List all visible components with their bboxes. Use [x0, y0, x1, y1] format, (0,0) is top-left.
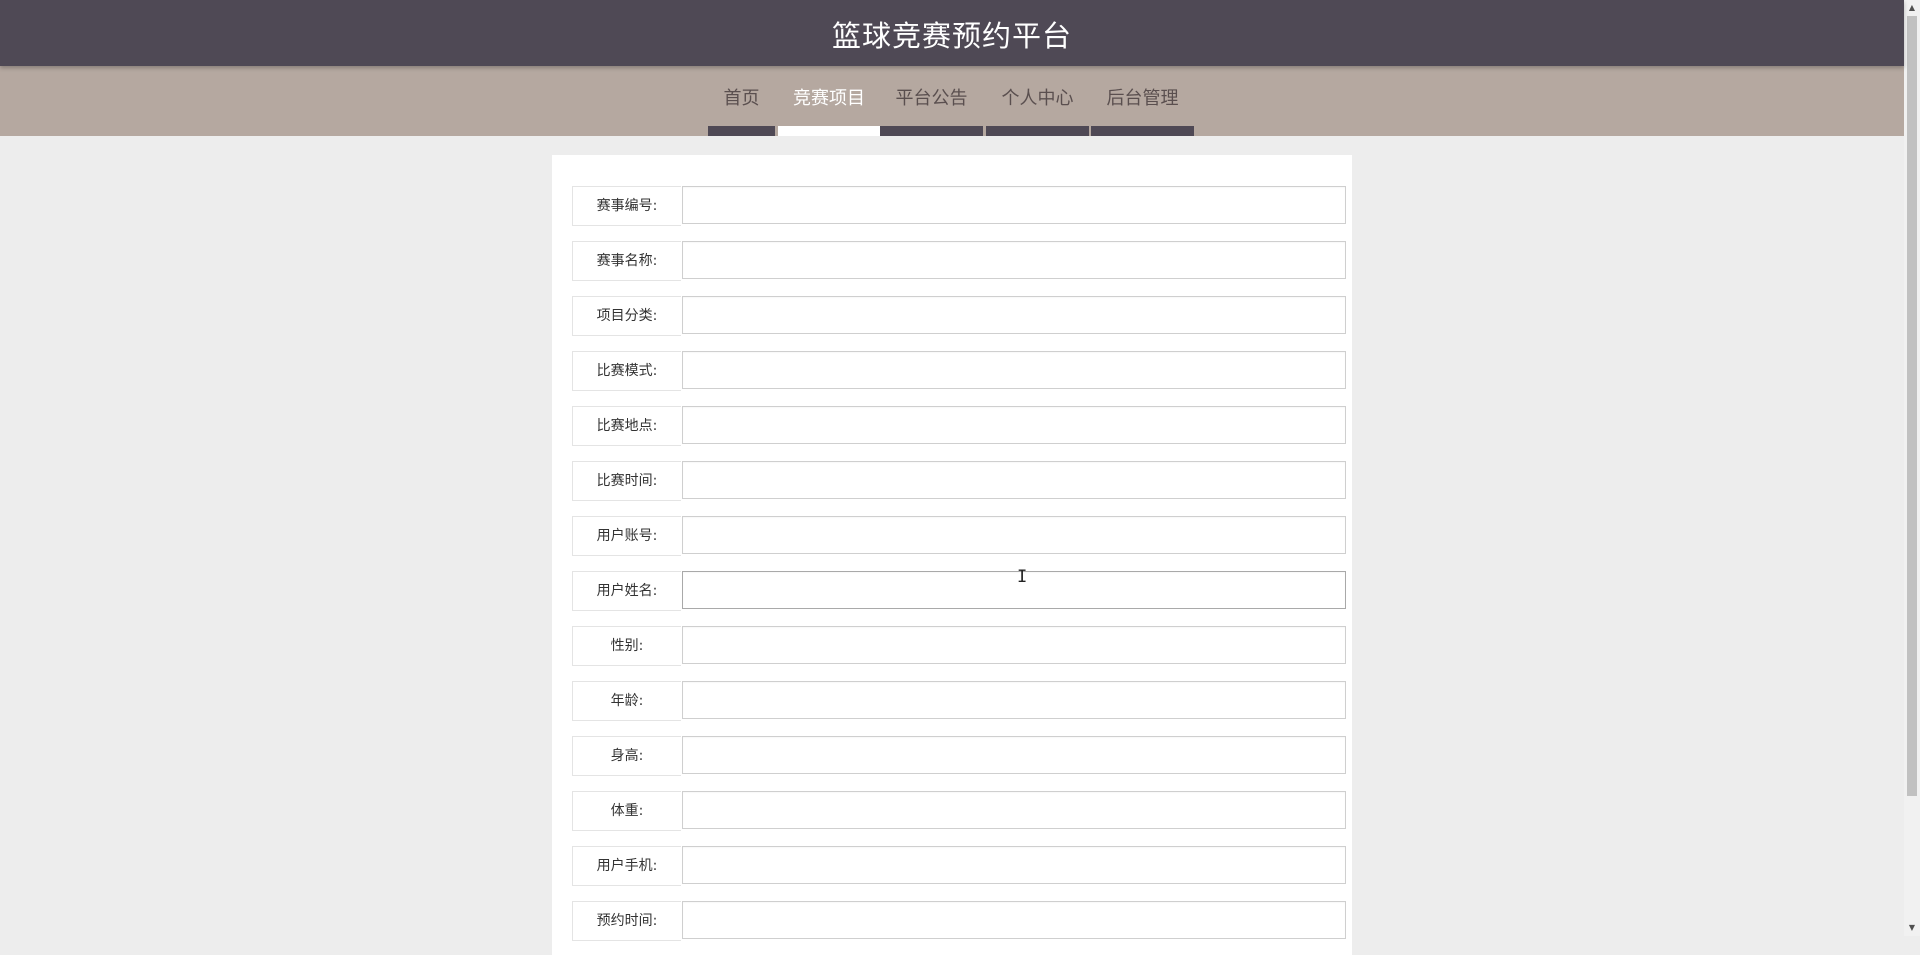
form-row-user-phone: 用户手机: [572, 846, 1346, 886]
nav-list: 首页 竞赛项目 平台公告 个人中心 后台管理 [0, 66, 1904, 136]
site-header: 篮球竞赛预约平台 [0, 0, 1904, 66]
form-row-match-location: 比赛地点: [572, 406, 1346, 446]
nav-admin[interactable]: 后台管理 [1091, 66, 1194, 136]
form-row-match-time: 比赛时间: [572, 461, 1346, 501]
form-row-gender: 性别: [572, 626, 1346, 666]
gender-input[interactable] [682, 626, 1346, 664]
event-name-label: 赛事名称: [572, 241, 681, 281]
form-row-category: 项目分类: [572, 296, 1346, 336]
user-phone-input[interactable] [682, 846, 1346, 884]
height-label: 身高: [572, 736, 681, 776]
match-location-label: 比赛地点: [572, 406, 681, 446]
age-input[interactable] [682, 681, 1346, 719]
booking-time-input[interactable] [682, 901, 1346, 939]
main-nav: 首页 竞赛项目 平台公告 个人中心 后台管理 [0, 66, 1904, 136]
user-name-label: 用户姓名: [572, 571, 681, 611]
nav-item-label: 后台管理 [1106, 88, 1179, 109]
event-id-input[interactable] [682, 186, 1346, 224]
page-scrollbar[interactable]: ▲ ▼ [1904, 0, 1920, 936]
event-id-label: 赛事编号: [572, 186, 681, 226]
booking-form-panel: 赛事编号: 赛事名称: 项目分类: 比赛模式: 比赛地点: 比赛时间: 用户账号: 用户姓名:… [552, 155, 1352, 955]
match-mode-input[interactable] [682, 351, 1346, 389]
nav-item-label: 个人中心 [1001, 88, 1074, 109]
nav-active-indicator [778, 126, 880, 136]
form-row-user-name: 用户姓名: [572, 571, 1346, 611]
nav-personal-center[interactable]: 个人中心 [986, 66, 1089, 136]
form-row-user-account: 用户账号: [572, 516, 1346, 556]
nav-competitions[interactable]: 竞赛项目 [778, 66, 880, 136]
nav-item-underline [1091, 126, 1194, 136]
user-account-label: 用户账号: [572, 516, 681, 556]
match-location-input[interactable] [682, 406, 1346, 444]
match-mode-label: 比赛模式: [572, 351, 681, 391]
weight-input[interactable] [682, 791, 1346, 829]
nav-item-underline [880, 126, 983, 136]
match-time-label: 比赛时间: [572, 461, 681, 501]
nav-home[interactable]: 首页 [708, 66, 775, 136]
form-row-age: 年龄: [572, 681, 1346, 721]
form-row-event-name: 赛事名称: [572, 241, 1346, 281]
weight-label: 体重: [572, 791, 681, 831]
scrollbar-thumb[interactable] [1907, 16, 1917, 796]
user-account-input[interactable] [682, 516, 1346, 554]
height-input[interactable] [682, 736, 1346, 774]
nav-item-label: 首页 [723, 88, 760, 109]
scroll-up-icon[interactable]: ▲ [1904, 0, 1920, 16]
form-row-event-id: 赛事编号: [572, 186, 1346, 226]
nav-item-underline [986, 126, 1089, 136]
nav-item-underline [708, 126, 775, 136]
form-row-match-mode: 比赛模式: [572, 351, 1346, 391]
booking-time-label: 预约时间: [572, 901, 681, 941]
nav-announcements[interactable]: 平台公告 [880, 66, 983, 136]
user-phone-label: 用户手机: [572, 846, 681, 886]
match-time-input[interactable] [682, 461, 1346, 499]
category-input[interactable] [682, 296, 1346, 334]
gender-label: 性别: [572, 626, 681, 666]
scroll-down-icon[interactable]: ▼ [1904, 920, 1920, 936]
site-title: 篮球竞赛预约平台 [831, 19, 1072, 53]
form-row-height: 身高: [572, 736, 1346, 776]
form-row-weight: 体重: [572, 791, 1346, 831]
form-row-booking-time: 预约时间: [572, 901, 1346, 941]
user-name-input[interactable] [682, 571, 1346, 609]
category-label: 项目分类: [572, 296, 681, 336]
nav-item-label: 竞赛项目 [793, 88, 865, 109]
nav-item-label: 平台公告 [895, 88, 968, 109]
event-name-input[interactable] [682, 241, 1346, 279]
age-label: 年龄: [572, 681, 681, 721]
